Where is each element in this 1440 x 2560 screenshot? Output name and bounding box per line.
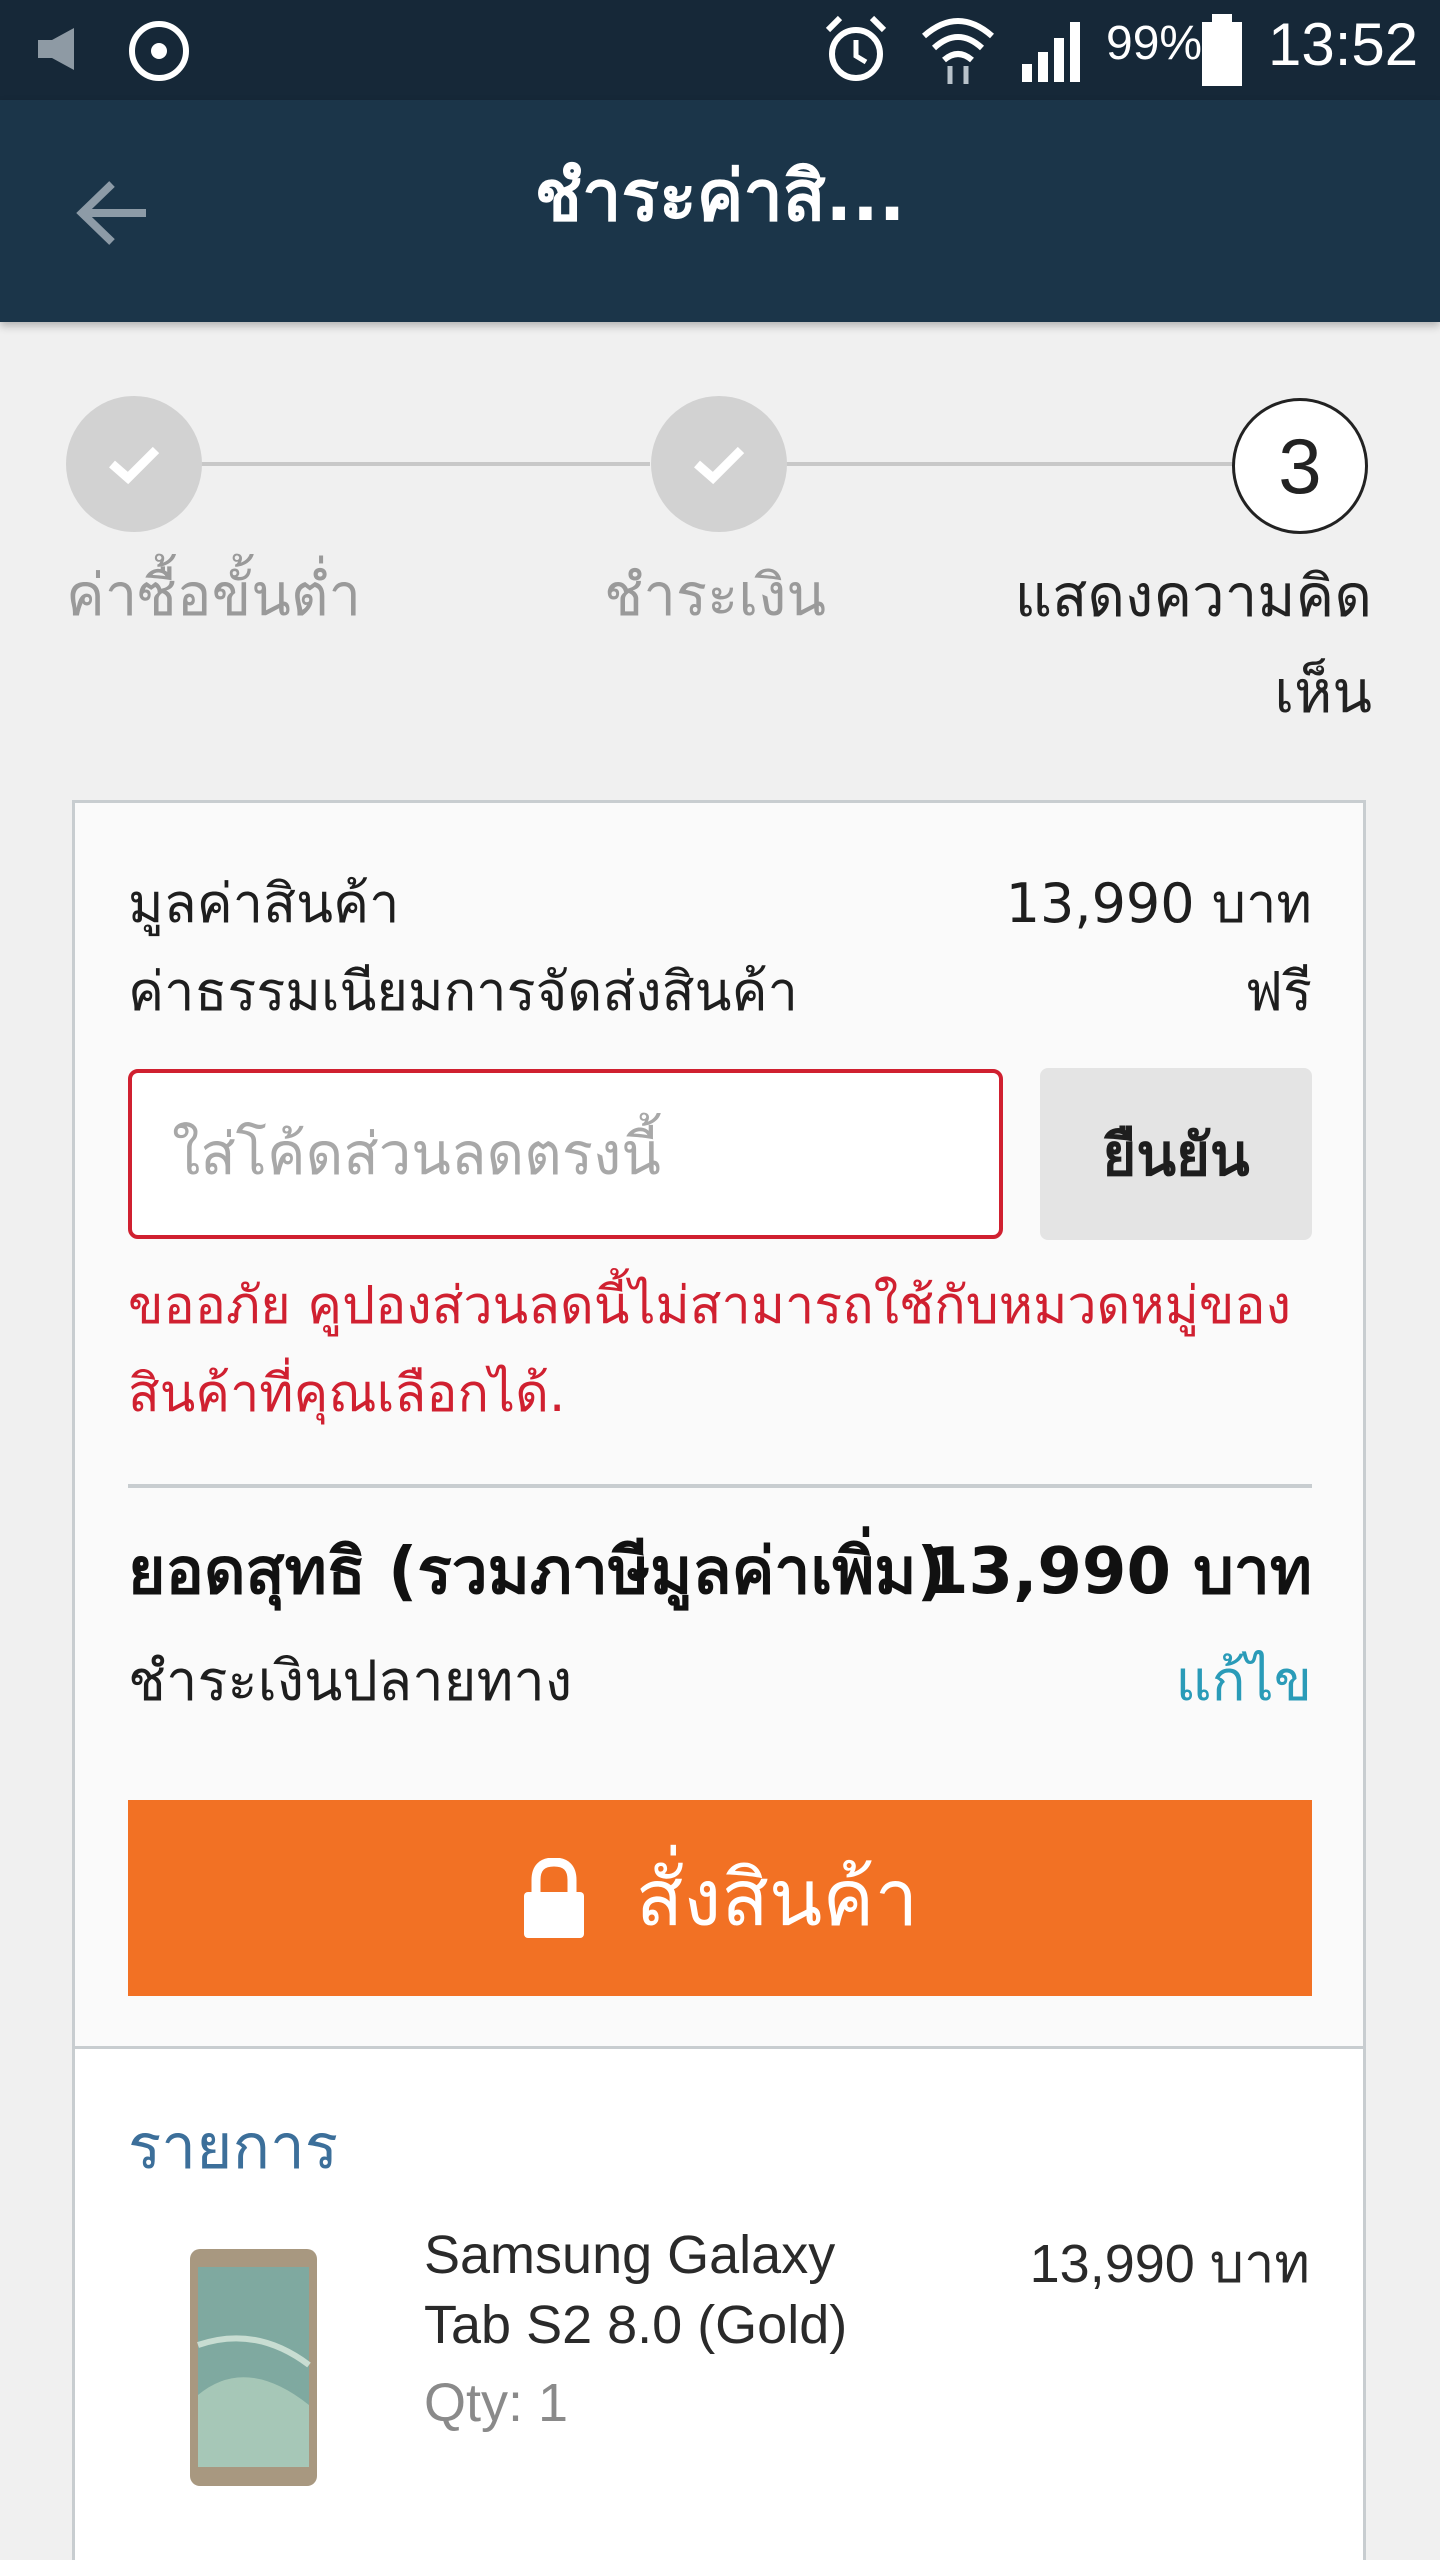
status-bar: 99% 13:52 — [0, 0, 1440, 100]
step-2-label: ชำระเงิน — [604, 561, 827, 629]
edit-payment-link[interactable]: แก้ไข — [1150, 1636, 1312, 1725]
summary-divider — [128, 1484, 1312, 1488]
coupon-error-message: ขออภัย คูปองส่วนลดนี้ไม่สามารถใช้กับหมวด… — [128, 1276, 1292, 1424]
check-icon — [694, 446, 745, 485]
place-order-label: สั่งสินค้า — [635, 1854, 919, 1944]
status-time: 13:52 — [1268, 11, 1419, 78]
subtotal-label: มูลค่าสินค้า — [128, 872, 400, 935]
step-connector — [784, 462, 1234, 466]
total-label: ยอดสุทธิ (รวมภาษีมูลค่าเพิ่ม) — [128, 1535, 946, 1609]
place-order-button[interactable]: สั่งสินค้า — [128, 1800, 1312, 1996]
step-3-label-line2: เห็น — [1274, 658, 1372, 726]
shipping-label: ค่าธรรมเนียมการจัดส่งสินค้า — [128, 960, 798, 1023]
product-name-line2: Tab S2 8.0 (Gold) — [424, 2295, 848, 2355]
product-tablet-image — [190, 2249, 317, 2486]
product-name-line1: Samsung Galaxy — [424, 2225, 836, 2285]
sync-icon — [129, 21, 189, 81]
subtotal-value: 13,990 บาท — [1005, 872, 1312, 935]
confirm-coupon-button[interactable]: ยืนยัน — [1040, 1068, 1312, 1240]
product-name: Samsung Galaxy Tab S2 8.0 (Gold) — [424, 2220, 924, 2360]
battery-percent: 99% — [1106, 17, 1203, 70]
volume-muted-icon — [38, 28, 74, 70]
lock-icon — [523, 1858, 584, 1938]
coupon-code-input[interactable] — [128, 1069, 1003, 1239]
step-1-label: ค่าซื้อขั้นต่ำ — [66, 561, 362, 629]
step-1-circle — [66, 396, 202, 532]
payment-method-label: ชำระเงินปลายทาง — [128, 1649, 573, 1714]
product-quantity: Qty: 1 — [424, 2373, 569, 2433]
signal-icon — [1022, 22, 1080, 82]
step-connector — [200, 462, 650, 466]
shipping-value: ฟรี — [1244, 960, 1312, 1023]
page-title: ชำระค่าสิ... — [534, 155, 906, 237]
step-3-circle: 3 — [1232, 398, 1368, 534]
battery-icon — [1202, 14, 1242, 86]
alarm-icon — [825, 15, 887, 81]
items-heading: รายการ — [128, 2110, 339, 2183]
step-3-label-line1: แสดงความคิด — [1014, 562, 1372, 630]
check-icon — [109, 446, 160, 485]
total-value: 13,990 บาท — [924, 1535, 1312, 1609]
step-3-label: แสดงความคิด เห็น — [1015, 548, 1372, 740]
step-2-circle — [651, 396, 787, 532]
product-price: 13,990 บาท — [1029, 2234, 1310, 2294]
app-bar: ชำระค่าสิ... — [0, 100, 1440, 322]
wifi-icon — [922, 18, 994, 84]
arrow-left-icon[interactable] — [72, 178, 152, 248]
